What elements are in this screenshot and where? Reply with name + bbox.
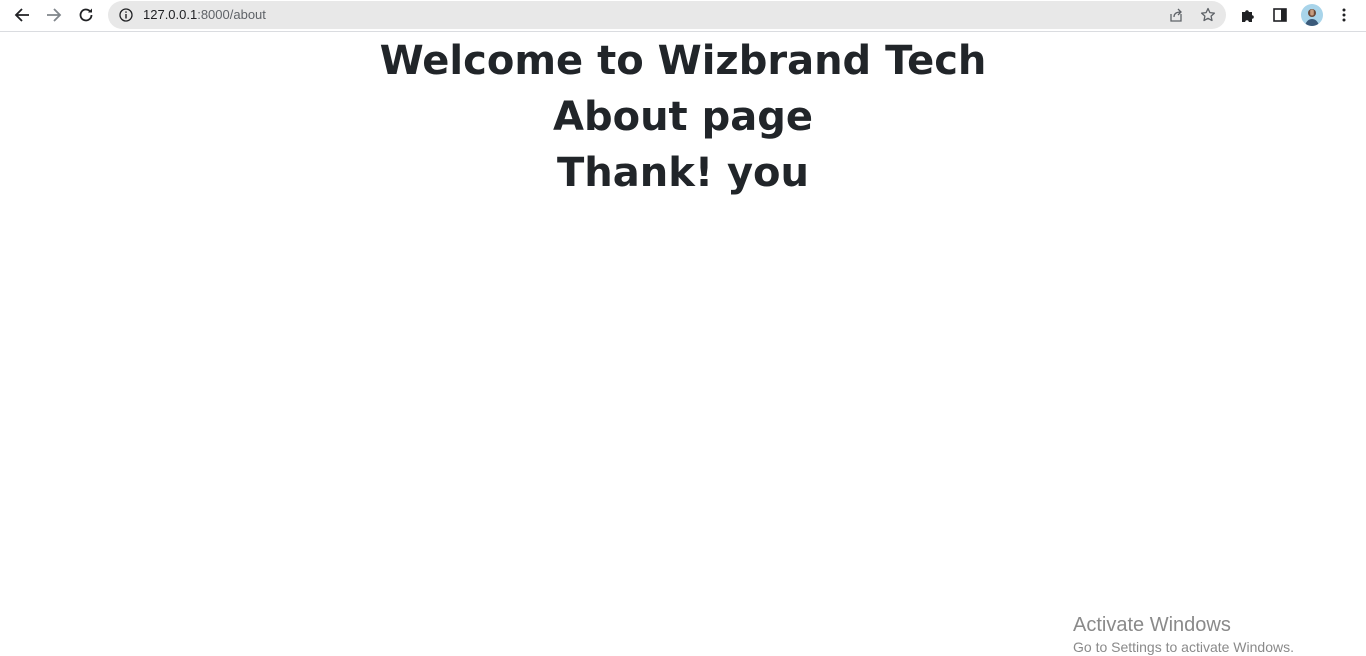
url-host: 127.0.0.1 bbox=[143, 7, 198, 22]
avatar[interactable] bbox=[1301, 4, 1323, 26]
back-arrow-icon[interactable] bbox=[9, 3, 35, 27]
reload-icon[interactable] bbox=[73, 3, 99, 27]
thank-you-heading: Thank! you bbox=[556, 150, 810, 196]
forward-arrow-icon[interactable] bbox=[41, 3, 67, 27]
share-icon[interactable] bbox=[1167, 6, 1185, 24]
url-path: :8000/about bbox=[197, 7, 266, 22]
side-panel-icon[interactable] bbox=[1267, 3, 1293, 27]
puzzle-icon[interactable] bbox=[1235, 3, 1261, 27]
kebab-menu-icon[interactable] bbox=[1331, 3, 1357, 27]
watermark-subtitle: Go to Settings to activate Windows. bbox=[1073, 639, 1294, 655]
watermark-title: Activate Windows bbox=[1073, 614, 1231, 636]
about-heading: About page bbox=[553, 94, 813, 140]
address-bar[interactable]: 127.0.0.1:8000/about bbox=[108, 1, 1226, 29]
browser-toolbar: 127.0.0.1:8000/about bbox=[0, 0, 1366, 32]
welcome-heading: Welcome to Wizbrand Tech bbox=[379, 38, 987, 84]
page-content: Welcome to Wizbrand Tech About page Than… bbox=[0, 33, 1366, 201]
info-icon[interactable] bbox=[117, 6, 135, 24]
url-text[interactable]: 127.0.0.1:8000/about bbox=[143, 7, 266, 23]
star-icon[interactable] bbox=[1199, 6, 1217, 24]
windows-activation-watermark: Activate Windows Go to Settings to activ… bbox=[1073, 613, 1294, 656]
